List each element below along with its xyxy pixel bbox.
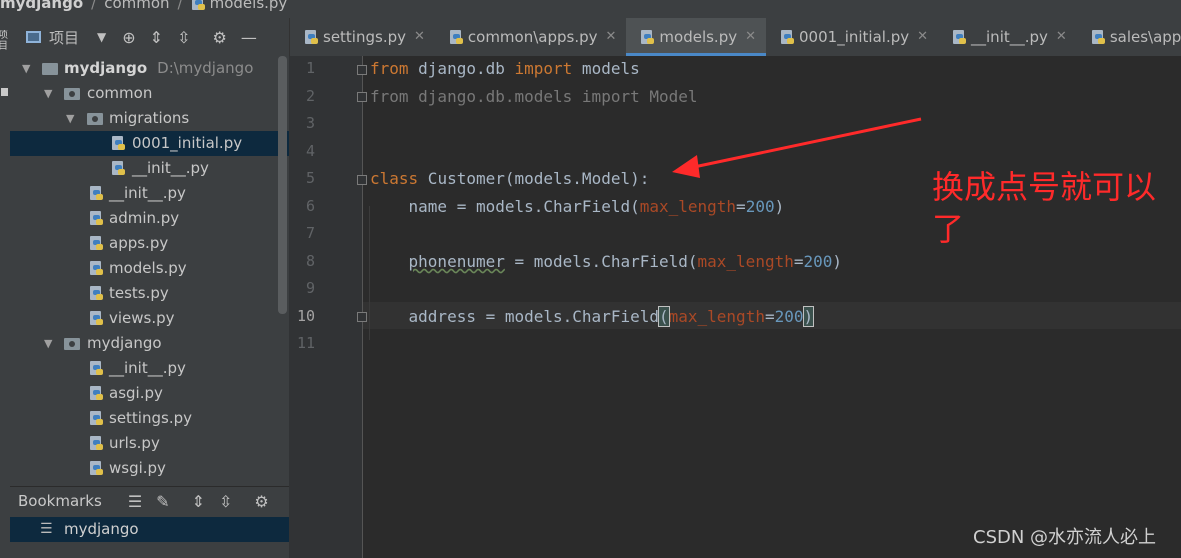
annotation-note: 换成点号就可以了 bbox=[932, 168, 1157, 248]
arrow-shaft bbox=[693, 117, 922, 169]
arrow-head bbox=[672, 155, 700, 178]
annotation-arrow bbox=[672, 117, 922, 178]
watermark: CSDN @水亦流人必上 bbox=[973, 527, 1157, 548]
